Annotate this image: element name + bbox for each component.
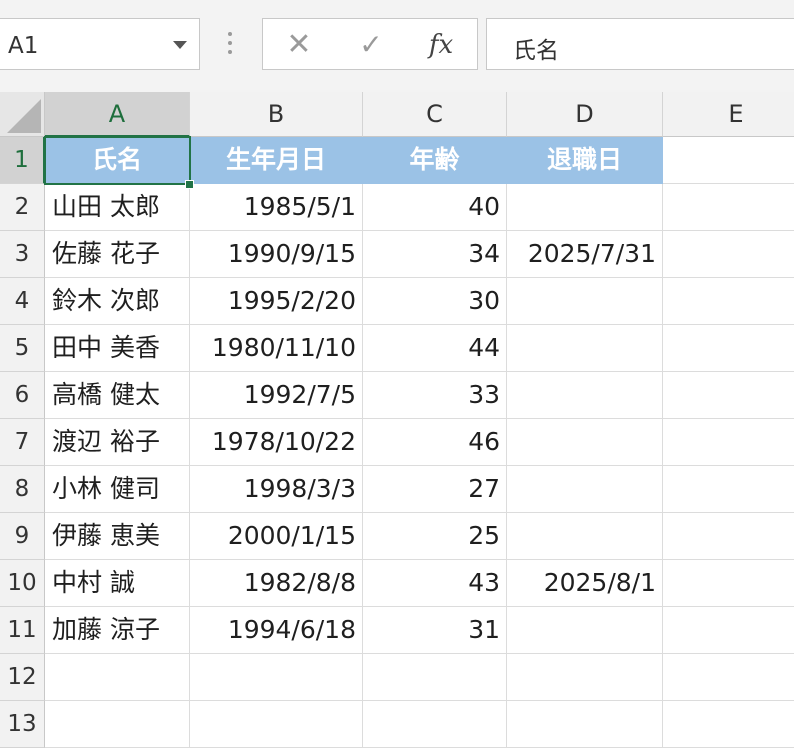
row-header-1[interactable]: 1 bbox=[0, 137, 45, 184]
cell-e2[interactable] bbox=[663, 184, 794, 231]
cell-a6[interactable]: 高橋 健太 bbox=[45, 372, 190, 419]
cell-a7[interactable]: 渡辺 裕子 bbox=[45, 419, 190, 466]
cell-d5[interactable] bbox=[507, 325, 663, 372]
column-header-a[interactable]: A bbox=[45, 92, 190, 137]
cell-c9[interactable]: 25 bbox=[363, 513, 507, 560]
cell-c3[interactable]: 34 bbox=[363, 231, 507, 278]
column-header-e[interactable]: E bbox=[663, 92, 794, 137]
cell-e5[interactable] bbox=[663, 325, 794, 372]
cell-e8[interactable] bbox=[663, 466, 794, 513]
name-box-value: A1 bbox=[8, 33, 39, 59]
cell-d10[interactable]: 2025/8/1 bbox=[507, 560, 663, 607]
cell-a4[interactable]: 鈴木 次郎 bbox=[45, 278, 190, 325]
cell-c7[interactable]: 46 bbox=[363, 419, 507, 466]
cell-d11[interactable] bbox=[507, 607, 663, 654]
cell-b5[interactable]: 1980/11/10 bbox=[190, 325, 363, 372]
cell-b7[interactable]: 1978/10/22 bbox=[190, 419, 363, 466]
row-header-4[interactable]: 4 bbox=[0, 278, 45, 325]
cell-b11[interactable]: 1994/6/18 bbox=[190, 607, 363, 654]
cell-a13[interactable] bbox=[45, 701, 190, 748]
cell-c5[interactable]: 44 bbox=[363, 325, 507, 372]
cell-e7[interactable] bbox=[663, 419, 794, 466]
cell-c4[interactable]: 30 bbox=[363, 278, 507, 325]
formula-toolbar: A1 ✕ ✓ fx 氏名 bbox=[0, 0, 794, 92]
cell-b2[interactable]: 1985/5/1 bbox=[190, 184, 363, 231]
cell-a10[interactable]: 中村 誠 bbox=[45, 560, 190, 607]
row-header-3[interactable]: 3 bbox=[0, 231, 45, 278]
row-header-12[interactable]: 12 bbox=[0, 654, 45, 701]
cell-c8[interactable]: 27 bbox=[363, 466, 507, 513]
formula-input[interactable]: 氏名 bbox=[486, 18, 794, 70]
cell-c13[interactable] bbox=[363, 701, 507, 748]
cell-e4[interactable] bbox=[663, 278, 794, 325]
cell-a1[interactable]: 氏名 bbox=[45, 137, 190, 184]
cancel-icon[interactable]: ✕ bbox=[281, 27, 317, 63]
name-box[interactable]: A1 bbox=[0, 18, 200, 70]
cell-d3[interactable]: 2025/7/31 bbox=[507, 231, 663, 278]
cell-e11[interactable] bbox=[663, 607, 794, 654]
column-header-d[interactable]: D bbox=[507, 92, 663, 137]
cell-c12[interactable] bbox=[363, 654, 507, 701]
cell-a2[interactable]: 山田 太郎 bbox=[45, 184, 190, 231]
cell-e9[interactable] bbox=[663, 513, 794, 560]
cell-b1[interactable]: 生年月日 bbox=[190, 137, 363, 184]
formula-content: 氏名 bbox=[513, 38, 559, 64]
cell-e12[interactable] bbox=[663, 654, 794, 701]
row-header-8[interactable]: 8 bbox=[0, 466, 45, 513]
check-icon[interactable]: ✓ bbox=[353, 27, 389, 63]
cell-d9[interactable] bbox=[507, 513, 663, 560]
cell-e13[interactable] bbox=[663, 701, 794, 748]
cell-c10[interactable]: 43 bbox=[363, 560, 507, 607]
cell-a11[interactable]: 加藤 涼子 bbox=[45, 607, 190, 654]
cell-d12[interactable] bbox=[507, 654, 663, 701]
row-header-10[interactable]: 10 bbox=[0, 560, 45, 607]
row-header-6[interactable]: 6 bbox=[0, 372, 45, 419]
cell-e1[interactable] bbox=[663, 137, 794, 184]
cell-a9[interactable]: 伊藤 恵美 bbox=[45, 513, 190, 560]
cell-c2[interactable]: 40 bbox=[363, 184, 507, 231]
cell-c1[interactable]: 年齢 bbox=[363, 137, 507, 184]
cell-b10[interactable]: 1982/8/8 bbox=[190, 560, 363, 607]
column-header-c[interactable]: C bbox=[363, 92, 507, 137]
formula-buttons: ✕ ✓ fx bbox=[262, 18, 478, 70]
spreadsheet-grid: A B C D E 1 2 3 4 5 6 7 8 9 10 11 12 13 氏名 生年月日 年齢 退職日 山田 太郎 19… bbox=[0, 92, 794, 748]
cell-d4[interactable] bbox=[507, 278, 663, 325]
row-header-11[interactable]: 11 bbox=[0, 607, 45, 654]
cell-a3[interactable]: 佐藤 花子 bbox=[45, 231, 190, 278]
cell-d13[interactable] bbox=[507, 701, 663, 748]
cell-a12[interactable] bbox=[45, 654, 190, 701]
cell-b4[interactable]: 1995/2/20 bbox=[190, 278, 363, 325]
cell-b13[interactable] bbox=[190, 701, 363, 748]
fill-handle[interactable] bbox=[185, 180, 194, 189]
cell-c11[interactable]: 31 bbox=[363, 607, 507, 654]
cell-b3[interactable]: 1990/9/15 bbox=[190, 231, 363, 278]
column-header-b[interactable]: B bbox=[190, 92, 363, 137]
cell-e3[interactable] bbox=[663, 231, 794, 278]
cell-b9[interactable]: 2000/1/15 bbox=[190, 513, 363, 560]
cell-e10[interactable] bbox=[663, 560, 794, 607]
cell-d6[interactable] bbox=[507, 372, 663, 419]
select-all-button[interactable] bbox=[0, 92, 45, 137]
cell-b12[interactable] bbox=[190, 654, 363, 701]
row-header-13[interactable]: 13 bbox=[0, 701, 45, 748]
cell-a5[interactable]: 田中 美香 bbox=[45, 325, 190, 372]
drag-grip-icon[interactable] bbox=[226, 32, 234, 58]
row-header-9[interactable]: 9 bbox=[0, 513, 45, 560]
cell-a8[interactable]: 小林 健司 bbox=[45, 466, 190, 513]
row-header-5[interactable]: 5 bbox=[0, 325, 45, 372]
row-header-7[interactable]: 7 bbox=[0, 419, 45, 466]
cell-b6[interactable]: 1992/7/5 bbox=[190, 372, 363, 419]
cell-e6[interactable] bbox=[663, 372, 794, 419]
insert-function-button[interactable]: fx bbox=[423, 27, 459, 63]
row-header-2[interactable]: 2 bbox=[0, 184, 45, 231]
cell-d7[interactable] bbox=[507, 419, 663, 466]
chevron-down-icon[interactable] bbox=[173, 41, 187, 49]
cell-d8[interactable] bbox=[507, 466, 663, 513]
cell-d2[interactable] bbox=[507, 184, 663, 231]
cell-d1[interactable]: 退職日 bbox=[507, 137, 663, 184]
cell-b8[interactable]: 1998/3/3 bbox=[190, 466, 363, 513]
cell-c6[interactable]: 33 bbox=[363, 372, 507, 419]
